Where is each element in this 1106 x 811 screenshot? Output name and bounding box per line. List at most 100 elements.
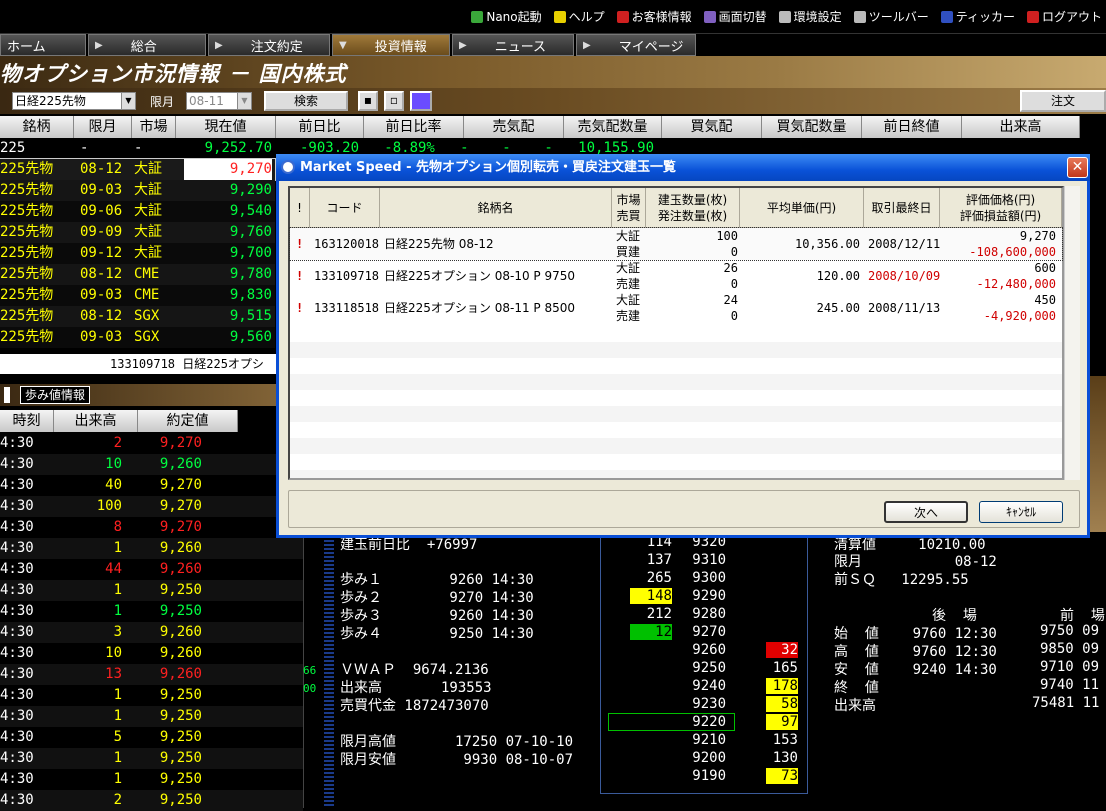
quote-row[interactable]: 225先物 08-12 SGX 9,515 bbox=[0, 306, 275, 327]
quote-row[interactable]: 225先物 08-12 CME 9,780 bbox=[0, 264, 275, 285]
close-price-am: 9740 11 bbox=[1040, 677, 1100, 693]
quote-price: 9,252.70 bbox=[204, 140, 272, 156]
trade-time: 4:30 bbox=[0, 582, 34, 598]
col-market[interactable]: 市場 売買 bbox=[612, 188, 646, 228]
order-button[interactable]: 注文 bbox=[1020, 90, 1106, 112]
position-row[interactable]: ! 133109718 日経225オプション 08-10 P 9750 大証 売建 26 0… bbox=[290, 260, 1062, 292]
board-price[interactable]: 9310 bbox=[686, 552, 726, 568]
grid-scrollbar[interactable] bbox=[1064, 186, 1080, 480]
quote-price: 9,700 bbox=[229, 245, 272, 261]
quote-col-11[interactable]: 出来高 bbox=[962, 116, 1080, 138]
month-select[interactable]: 08-11 ▼ bbox=[186, 92, 252, 110]
toplink-0[interactable]: Nano起動 bbox=[471, 8, 542, 25]
board-price[interactable]: 9290 bbox=[686, 588, 726, 604]
col-valuation[interactable]: 評価価格(円) 評価損益額(円) bbox=[940, 188, 1062, 228]
board-price[interactable]: 9210 bbox=[686, 732, 726, 748]
board-price[interactable]: 9280 bbox=[686, 606, 726, 622]
quote-row[interactable]: 225- -9,252.70 -903.20 -8.89% - - - 10,155… bbox=[0, 138, 654, 159]
save-icon[interactable]: ▪ bbox=[358, 91, 378, 111]
cancel-button[interactable]: ｷｬﾝｾﾙ bbox=[979, 501, 1063, 523]
col-name[interactable]: 銘柄名 bbox=[380, 188, 612, 228]
trade-volume: 1 bbox=[113, 603, 122, 619]
col-last-day[interactable]: 取引最終日 bbox=[864, 188, 940, 228]
quote-col-8[interactable]: 買気配 bbox=[662, 116, 762, 138]
toplink-6[interactable]: ティッカー bbox=[940, 8, 1015, 25]
nano-icon bbox=[471, 11, 484, 23]
quote-month: 09-06 bbox=[80, 203, 123, 219]
quote-row[interactable]: 225先物 08-12 大証 9,270 bbox=[0, 158, 276, 181]
col-avg-price[interactable]: 平均単価(円) bbox=[740, 188, 864, 228]
position-row[interactable]: ! 133118518 日経225オプション 08-11 P 8500 大証 売建 24 0… bbox=[290, 292, 1062, 324]
col-qty[interactable]: 建玉数量(枚) 発注数量(枚) bbox=[646, 188, 740, 228]
board-bid-qty: 178 bbox=[766, 678, 798, 694]
quote-col-1[interactable]: 限月 bbox=[74, 116, 132, 138]
trade-price: 9,270 bbox=[159, 498, 202, 514]
toplink-5[interactable]: ツールバー bbox=[853, 8, 929, 25]
quote-col-10[interactable]: 前日終値 bbox=[862, 116, 962, 138]
quote-market: - bbox=[134, 140, 143, 156]
nav-tab-0[interactable]: ホーム bbox=[0, 34, 86, 56]
col-mark[interactable]: ! bbox=[290, 188, 310, 228]
chevron-down-icon[interactable]: ▼ bbox=[237, 93, 251, 109]
quote-col-5[interactable]: 前日比率 bbox=[364, 116, 464, 138]
quote-col-2[interactable]: 市場 bbox=[132, 116, 176, 138]
board-price[interactable]: 9300 bbox=[686, 570, 726, 586]
quote-month: 09-03 bbox=[80, 329, 123, 345]
position-side: 売建 bbox=[616, 277, 641, 291]
quote-col-4[interactable]: 前日比 bbox=[276, 116, 364, 138]
col-code[interactable]: コード bbox=[310, 188, 380, 228]
quote-price: 9,540 bbox=[229, 203, 272, 219]
toplink-2[interactable]: お客様情報 bbox=[616, 8, 692, 25]
nav-tab-2[interactable]: ▶ 注文約定 bbox=[208, 34, 330, 56]
nav-tab-4[interactable]: ▶ ニュース bbox=[452, 34, 574, 56]
nav-tab-3[interactable]: ▼ 投資情報 bbox=[332, 34, 450, 56]
quote-row[interactable]: 225先物 09-09 大証 9,760 bbox=[0, 222, 275, 243]
avg-price: 245.00 bbox=[816, 301, 860, 315]
tab-walk-info[interactable]: 歩み値情報 bbox=[20, 386, 91, 404]
toplink-label: Nano起動 bbox=[486, 10, 542, 24]
quote-col-6[interactable]: 売気配 bbox=[464, 116, 564, 138]
quote-col-7[interactable]: 売気配数量 bbox=[564, 116, 662, 138]
board-price[interactable]: 9250 bbox=[686, 660, 726, 676]
quote-col-9[interactable]: 買気配数量 bbox=[762, 116, 862, 138]
nav-tab-5[interactable]: ▶ マイページ bbox=[576, 34, 696, 56]
quote-row[interactable]: 225先物 09-03 大証 9,290 bbox=[0, 180, 275, 201]
board-price[interactable]: 9260 bbox=[686, 642, 726, 658]
copy-icon[interactable]: ▫ bbox=[384, 91, 404, 111]
trade-col-2[interactable]: 約定値 bbox=[138, 410, 238, 432]
trade-row: 4:30 1 9,250 bbox=[0, 769, 303, 790]
dialog-title-bar[interactable]: Market Speed - 先物オプション個別転売・買戻注文建玉一覧 ✕ bbox=[276, 154, 1090, 181]
toplink-1[interactable]: ヘルプ bbox=[553, 8, 605, 25]
next-button[interactable]: 次へ bbox=[884, 501, 968, 523]
quote-col-0[interactable]: 銘柄 bbox=[0, 116, 74, 138]
board-price[interactable]: 9220 bbox=[686, 714, 726, 730]
close-icon[interactable]: ✕ bbox=[1067, 157, 1088, 178]
quote-row[interactable]: 225先物 09-03 CME 9,830 bbox=[0, 285, 275, 306]
nav-tab-1[interactable]: ▶ 総合 bbox=[88, 34, 206, 56]
toplink-7[interactable]: ログアウト bbox=[1026, 8, 1102, 25]
board-price[interactable]: 9190 bbox=[686, 768, 726, 784]
quote-row[interactable]: 225先物 09-12 大証 9,700 bbox=[0, 243, 275, 264]
trade-col-1[interactable]: 出来高 bbox=[54, 410, 138, 432]
last-trade-day: 2008/10/09 bbox=[868, 269, 941, 283]
quote-row[interactable]: 225先物 09-06 大証 9,540 bbox=[0, 201, 275, 222]
toplink-4[interactable]: 環境設定 bbox=[778, 8, 842, 25]
toplink-label: ヘルプ bbox=[568, 10, 605, 24]
quote-name: 225先物 bbox=[0, 224, 54, 240]
position-market: 大証 bbox=[616, 229, 641, 243]
board-price[interactable]: 9270 bbox=[686, 624, 726, 640]
chart-icon[interactable] bbox=[410, 91, 432, 111]
search-button[interactable]: 検索 bbox=[264, 91, 348, 111]
quote-price: 9,515 bbox=[229, 308, 272, 324]
product-select[interactable]: 日経225先物 ▼ bbox=[12, 92, 136, 110]
board-price[interactable]: 9240 bbox=[686, 678, 726, 694]
board-price[interactable]: 9230 bbox=[686, 696, 726, 712]
quote-row[interactable]: 225先物 09-03 SGX 9,560 bbox=[0, 327, 275, 348]
chevron-down-icon[interactable]: ▼ bbox=[121, 93, 135, 109]
board-price[interactable]: 9200 bbox=[686, 750, 726, 766]
toplink-3[interactable]: 画面切替 bbox=[703, 8, 767, 25]
volume-label: 出来高 bbox=[834, 698, 876, 714]
trade-col-0[interactable]: 時刻 bbox=[0, 410, 54, 432]
position-row[interactable]: ! 163120018 日経225先物 08-12 大証 買建 100 0 10,356.00… bbox=[289, 227, 1063, 261]
quote-col-3[interactable]: 現在値 bbox=[176, 116, 276, 138]
